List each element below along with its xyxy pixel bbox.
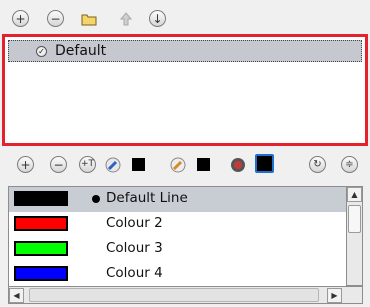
minus-icon: − (50, 11, 61, 26)
plus-icon: + (20, 157, 31, 172)
move-palette-up-button[interactable] (117, 10, 134, 27)
scroll-up-button[interactable]: ▲ (347, 187, 362, 202)
link-button[interactable]: ↻ (309, 156, 326, 173)
add-texture-icon: +T (80, 159, 95, 169)
vertical-scroll-thumb[interactable] (348, 205, 361, 233)
palette-item[interactable]: ✓ Default (8, 40, 362, 62)
colour-list: Default Line Colour 2 Colour 3 Colour 4 (8, 186, 350, 288)
colour-label: Colour 2 (106, 215, 163, 231)
vertical-scrollbar[interactable]: ▲ (346, 186, 363, 286)
colour-row[interactable]: Colour 3 (9, 237, 350, 262)
current-colour-button[interactable] (254, 153, 275, 174)
current-colour-icon (255, 154, 274, 173)
brush-icon (170, 157, 185, 172)
line-swatch-icon (197, 158, 210, 171)
add-palette-button[interactable]: + (12, 10, 29, 27)
collapse-button[interactable]: ≑ (341, 156, 358, 173)
colour-swatch (14, 266, 68, 281)
add-texture-button[interactable]: +T (79, 156, 96, 173)
palette-check-icon: ✓ (36, 45, 47, 57)
brush-button[interactable] (169, 156, 186, 173)
line-swatch-button[interactable] (195, 156, 212, 173)
arrow-down-icon: ↓ (152, 11, 163, 26)
camera-tool-button[interactable] (229, 156, 246, 173)
scroll-right-button[interactable]: ▶ (327, 288, 342, 303)
arrow-up-icon (119, 11, 132, 25)
plus-icon: + (15, 11, 26, 26)
remove-colour-button[interactable]: − (50, 156, 67, 173)
import-palette-button[interactable] (80, 10, 97, 27)
fill-swatch-icon (132, 158, 145, 171)
chevron-up-icon: ▲ (351, 190, 358, 199)
colour-label: Colour 3 (106, 240, 163, 256)
remove-palette-button[interactable]: − (47, 10, 64, 27)
eyedropper-button[interactable] (104, 156, 121, 173)
move-palette-down-button[interactable]: ↓ (149, 10, 166, 27)
collapse-icon: ≑ (345, 158, 354, 170)
folder-icon (81, 14, 96, 25)
add-colour-button[interactable]: + (17, 156, 34, 173)
colour-label: Default Line (106, 190, 188, 206)
camera-tool-icon (230, 157, 245, 172)
colour-row[interactable]: Colour 2 (9, 212, 350, 237)
colour-swatch (14, 191, 68, 206)
colour-label: Colour 4 (106, 265, 163, 281)
link-icon: ↻ (313, 158, 322, 170)
horizontal-scrollbar[interactable]: ◀ ▶ (8, 286, 363, 304)
default-indicator-icon (92, 195, 100, 203)
minus-icon: − (53, 157, 64, 172)
fill-swatch-button[interactable] (130, 156, 147, 173)
chevron-left-icon: ◀ (13, 291, 20, 300)
palette-item-label: Default (55, 43, 107, 59)
colour-row[interactable]: Default Line (9, 187, 350, 212)
colour-swatch (14, 216, 68, 231)
chevron-right-icon: ▶ (331, 291, 338, 300)
colour-swatch (14, 241, 68, 256)
horizontal-scroll-thumb[interactable] (29, 288, 319, 302)
eyedropper-icon (105, 157, 120, 172)
colour-row[interactable]: Colour 4 (9, 262, 350, 287)
scroll-left-button[interactable]: ◀ (9, 288, 24, 303)
